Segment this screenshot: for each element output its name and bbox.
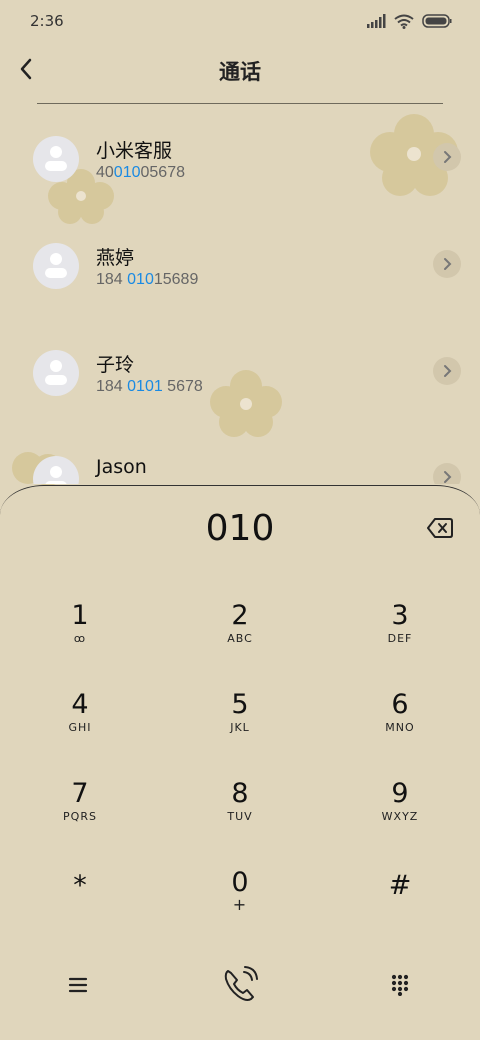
contact-name: Jason bbox=[96, 456, 147, 478]
key-hash[interactable]: # bbox=[340, 871, 460, 941]
menu-icon bbox=[68, 977, 88, 993]
key-8[interactable]: 8 TUV bbox=[180, 779, 300, 849]
contact-detail-button[interactable] bbox=[433, 463, 461, 484]
battery-icon bbox=[422, 14, 452, 28]
contact-name: 小米客服 bbox=[96, 140, 173, 162]
key-star[interactable]: * bbox=[20, 871, 140, 941]
delete-button[interactable] bbox=[426, 516, 454, 540]
contact-detail-button[interactable] bbox=[433, 250, 461, 278]
key-2[interactable]: 2 ABC bbox=[180, 601, 300, 671]
page-title: 通话 bbox=[219, 60, 261, 84]
status-bar: 2:36 bbox=[0, 0, 480, 42]
dialpad-panel: 010 1 ꝏ 2 ABC 3 DEF 4 GHI 5 JKL 6 MNO 7 … bbox=[0, 485, 480, 1040]
contact-row[interactable]: 小米客服 4001005678 bbox=[0, 104, 480, 204]
avatar bbox=[33, 136, 79, 182]
contact-detail-button[interactable] bbox=[433, 143, 461, 171]
chevron-right-icon bbox=[444, 365, 452, 377]
contact-detail-button[interactable] bbox=[433, 357, 461, 385]
call-icon bbox=[224, 966, 258, 1001]
status-time: 2:36 bbox=[30, 12, 64, 30]
bottom-bar bbox=[0, 946, 480, 1026]
dialed-number[interactable]: 010 bbox=[0, 508, 480, 549]
header: 通话 bbox=[0, 42, 480, 100]
avatar bbox=[33, 350, 79, 396]
contact-row[interactable]: 子玲 184 0101 5678 bbox=[0, 318, 480, 418]
voicemail-icon: ꝏ bbox=[73, 632, 87, 645]
contact-name: 子玲 bbox=[96, 354, 135, 376]
contact-number: 4001005678 bbox=[96, 164, 185, 181]
contact-row[interactable]: Jason bbox=[0, 424, 480, 484]
signal-icon bbox=[367, 14, 386, 28]
status-icons bbox=[366, 14, 452, 29]
contact-number: 184 0101 5678 bbox=[96, 378, 203, 395]
contact-list: 小米客服 4001005678 燕婷 184 01015689 子玲 184 0… bbox=[0, 104, 480, 484]
key-4[interactable]: 4 GHI bbox=[20, 690, 140, 760]
backspace-icon bbox=[427, 518, 453, 538]
key-7[interactable]: 7 PQRS bbox=[20, 779, 140, 849]
wifi-icon bbox=[394, 14, 414, 29]
dialpad-toggle-button[interactable] bbox=[376, 961, 424, 1009]
key-1[interactable]: 1 ꝏ bbox=[20, 601, 140, 671]
chevron-right-icon bbox=[444, 471, 452, 483]
dialpad-icon bbox=[391, 974, 409, 996]
key-6[interactable]: 6 MNO bbox=[340, 690, 460, 760]
menu-button[interactable] bbox=[54, 961, 102, 1009]
contact-row[interactable]: 燕婷 184 01015689 bbox=[0, 211, 480, 311]
avatar bbox=[33, 456, 79, 484]
key-0[interactable]: 0 + bbox=[180, 868, 300, 938]
contact-name: 燕婷 bbox=[96, 247, 135, 269]
contact-number: 184 01015689 bbox=[96, 271, 199, 288]
chevron-right-icon bbox=[444, 258, 452, 270]
key-9[interactable]: 9 WXYZ bbox=[340, 779, 460, 849]
call-button[interactable] bbox=[216, 961, 264, 1009]
key-3[interactable]: 3 DEF bbox=[340, 601, 460, 671]
key-5[interactable]: 5 JKL bbox=[180, 690, 300, 760]
chevron-right-icon bbox=[444, 151, 452, 163]
avatar bbox=[33, 243, 79, 289]
